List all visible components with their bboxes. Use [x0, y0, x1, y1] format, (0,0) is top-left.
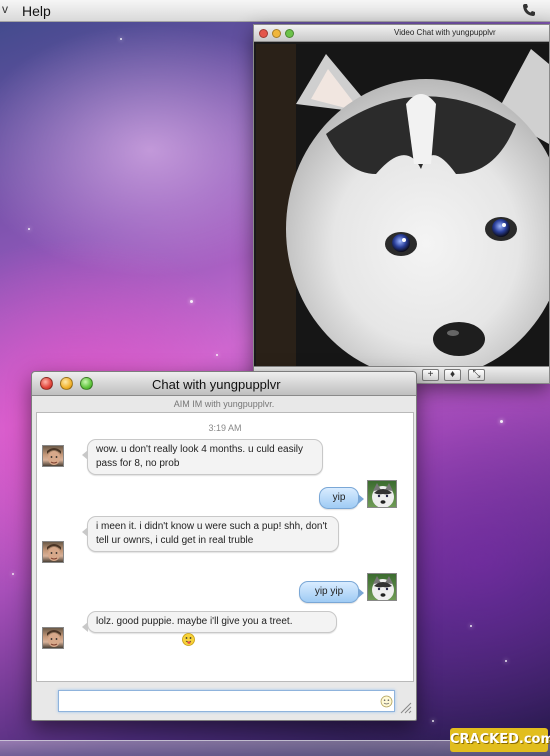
buddy-avatar[interactable]	[42, 445, 64, 467]
message-input[interactable]	[58, 690, 395, 712]
message-input-bar	[36, 686, 414, 716]
chat-subtitle: AIM IM with yungpupplvr.	[173, 399, 275, 409]
menu-overflow-icon[interactable]: v	[2, 2, 8, 16]
star	[28, 228, 30, 230]
buddy-avatar[interactable]	[42, 541, 64, 563]
resize-grip-icon[interactable]	[400, 702, 412, 714]
star	[190, 300, 193, 303]
chat-close-button[interactable]	[40, 377, 53, 390]
outgoing-message: yip yip	[299, 581, 364, 603]
chat-window-title: Chat with yungpupplvr	[152, 377, 281, 392]
video-chat-window: Video Chat with yungpupplvr + ♦ ⤡	[253, 24, 550, 384]
video-feed	[256, 44, 549, 368]
star	[216, 354, 218, 356]
menu-item-help[interactable]: Help	[22, 3, 51, 19]
incoming-message: lolz. good puppie. maybe i'll give you a…	[82, 611, 337, 646]
husky-puppy-video-image	[256, 44, 549, 368]
star	[12, 573, 14, 575]
message-timestamp: 3:19 AM	[208, 423, 242, 433]
chat-window: Chat with yungpupplvr AIM IM with yungpu…	[31, 371, 417, 721]
video-add-participant-button[interactable]: +	[422, 369, 439, 381]
cracked-watermark: CRACKED.com	[450, 728, 550, 752]
video-window-title: Video Chat with yungpupplvr	[394, 28, 496, 37]
star	[505, 660, 507, 662]
menu-bar: v Help	[0, 0, 550, 22]
tongue-smiley-icon	[182, 633, 195, 646]
chat-window-titlebar[interactable]: Chat with yungpupplvr	[32, 372, 416, 396]
star	[470, 625, 472, 627]
incoming-message: i meen it. i didn't know u were such a p…	[82, 516, 339, 552]
video-window-titlebar[interactable]: Video Chat with yungpupplvr	[254, 25, 549, 42]
incoming-message: wow. u don't really look 4 months. u cul…	[82, 439, 323, 475]
video-close-button[interactable]	[259, 29, 268, 38]
phone-icon[interactable]	[522, 3, 536, 17]
star	[120, 38, 122, 40]
star	[432, 720, 434, 722]
video-mute-button[interactable]: ♦	[444, 369, 461, 381]
emoticon-picker-icon[interactable]	[380, 695, 393, 708]
video-zoom-button[interactable]	[285, 29, 294, 38]
chat-minimize-button[interactable]	[60, 377, 73, 390]
outgoing-message: yip	[319, 487, 364, 509]
chat-transcript[interactable]: 3:19 AM wow. u don't really look 4 month…	[36, 412, 414, 682]
video-minimize-button[interactable]	[272, 29, 281, 38]
my-avatar[interactable]	[367, 573, 397, 601]
star	[500, 420, 503, 423]
incoming-message-text: lolz. good puppie. maybe i'll give you a…	[96, 616, 293, 627]
chat-zoom-button[interactable]	[80, 377, 93, 390]
buddy-avatar[interactable]	[42, 627, 64, 649]
video-fullscreen-button[interactable]: ⤡	[468, 369, 485, 381]
my-avatar[interactable]	[367, 480, 397, 508]
